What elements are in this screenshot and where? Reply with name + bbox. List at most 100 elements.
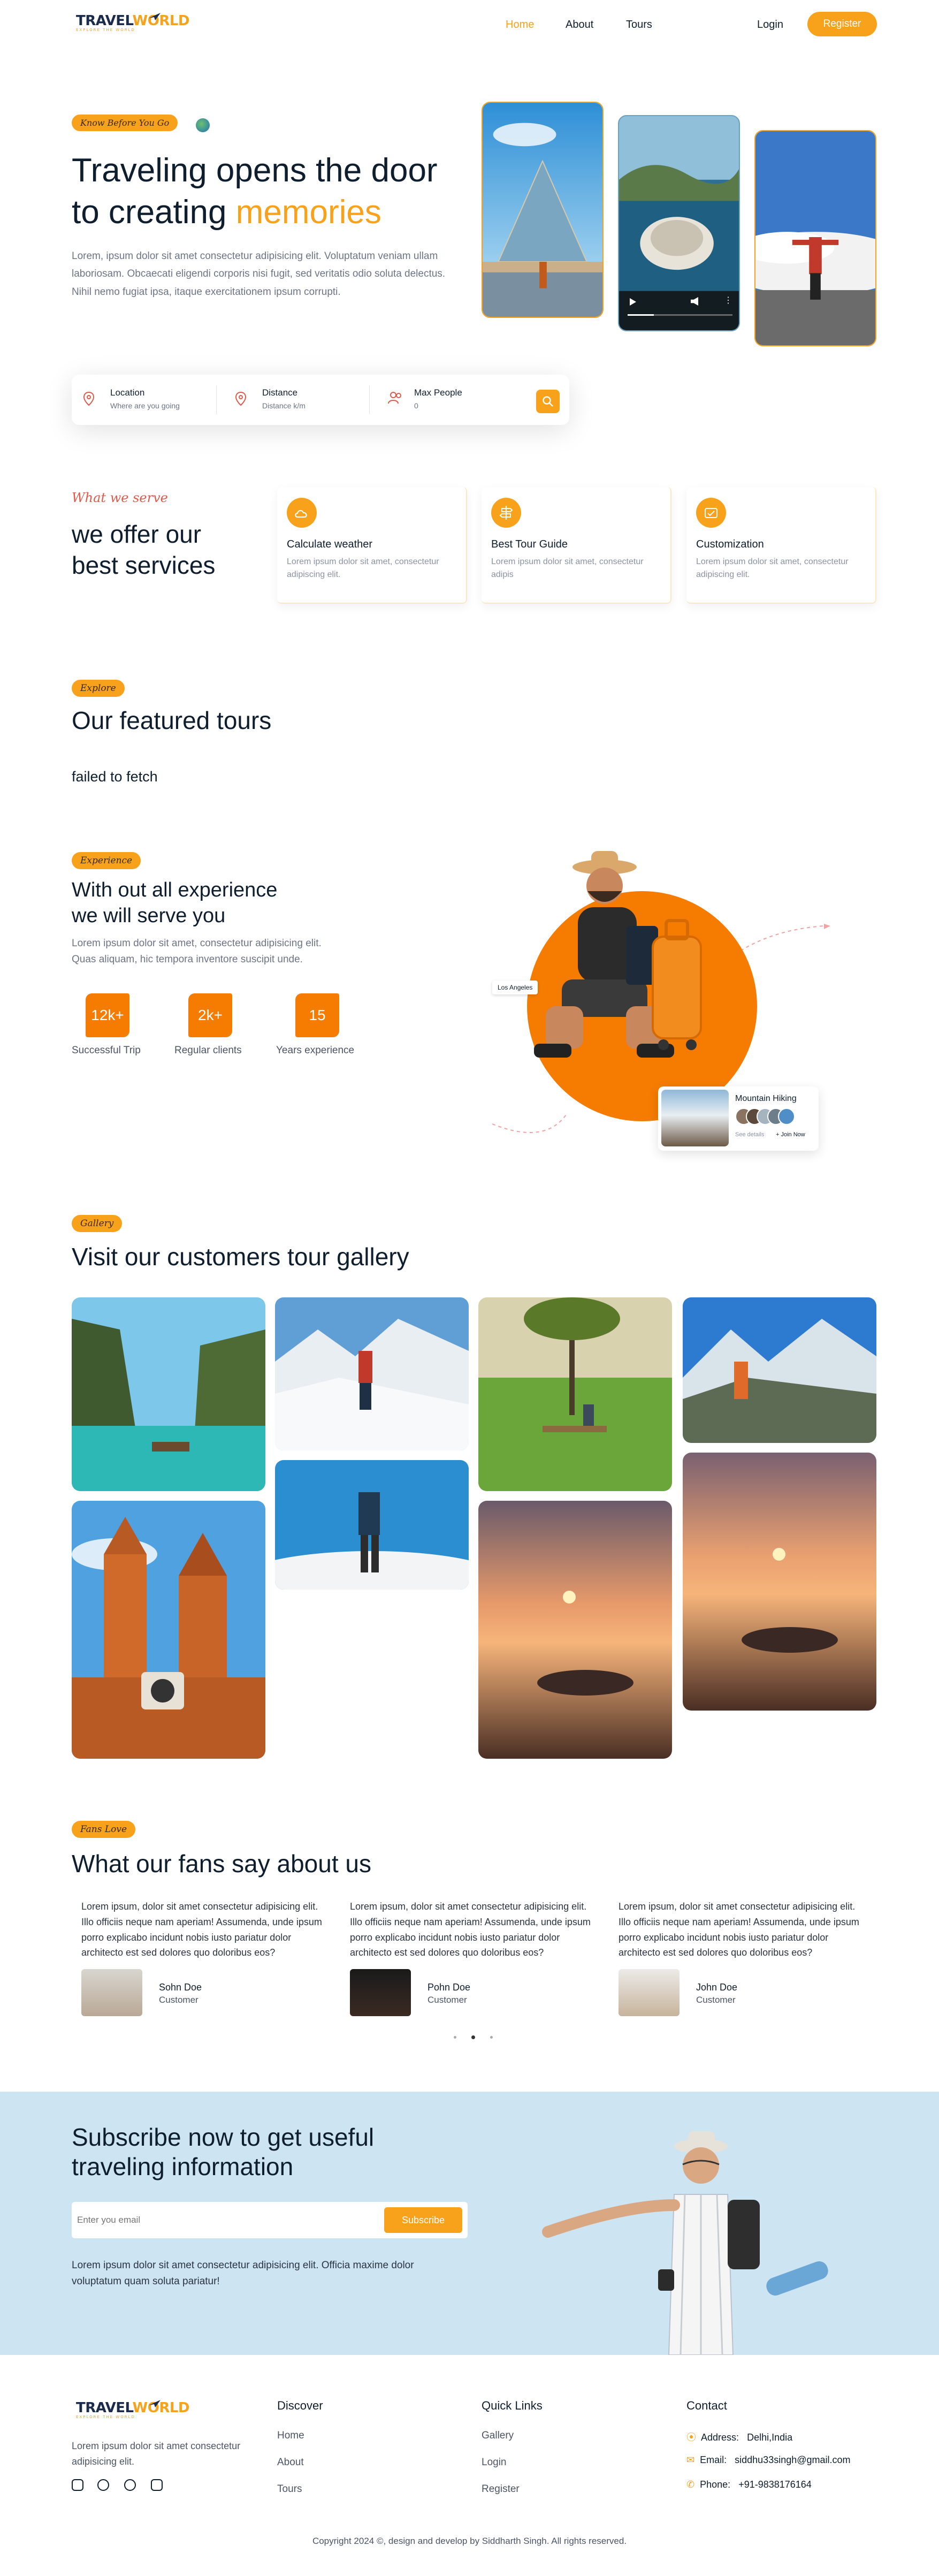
location-label: Location — [110, 387, 145, 398]
search-field-max-people[interactable]: Max People 0 — [387, 386, 516, 413]
service-card-guide: Best Tour Guide Lorem ipsum dolor sit am… — [482, 487, 671, 604]
experience-title: With out all experience we will serve yo… — [72, 878, 277, 929]
github-icon[interactable] — [97, 2479, 109, 2491]
nav-home[interactable]: Home — [506, 19, 534, 31]
service-desc: Lorem ipsum dolor sit amet, consectetur … — [696, 557, 849, 579]
footer-link-login[interactable]: Login — [482, 2457, 507, 2468]
testimonial-role: Customer — [159, 1995, 199, 2005]
nav-tours[interactable]: Tours — [626, 19, 652, 31]
phone-value[interactable]: +91-9838176164 — [738, 2479, 812, 2490]
search-field-distance[interactable]: Distance Distance k/m — [235, 386, 364, 413]
footer-link-home[interactable]: Home — [277, 2430, 304, 2442]
experience-paragraph-line1: Lorem ipsum dolor sit amet, consectetur … — [72, 938, 322, 949]
subscribe-paragraph-line2: voluptatum quam soluta pariatur! — [72, 2276, 220, 2288]
testimonial-name: Sohn Doe — [159, 1982, 202, 1993]
avatar — [350, 1969, 411, 2017]
featured-pill: Explore — [72, 680, 125, 697]
experience-title-line1: With out all experience — [72, 879, 278, 901]
hero-title-line1: Traveling opens the door — [72, 152, 438, 189]
facebook-icon[interactable] — [124, 2479, 136, 2491]
globe-icon — [196, 118, 210, 132]
play-icon[interactable] — [630, 298, 636, 306]
hero-paragraph: Lorem, ipsum dolor sit amet consectetur … — [72, 250, 446, 298]
experience-paragraph-line2: Quas aliquam, hic tempora inventore susc… — [72, 954, 303, 966]
search-icon — [543, 396, 553, 407]
carousel-dot[interactable] — [490, 2036, 493, 2039]
distance-label: Distance — [262, 387, 298, 398]
distance-placeholder: Distance k/m — [262, 401, 306, 410]
footer-logo[interactable]: TRAVELWORLD EXPLORE THE WORLD — [76, 2400, 190, 2419]
gallery-image-lagoon[interactable] — [72, 1297, 265, 1491]
footer-phone: ✆ Phone: +91-9838176164 — [686, 2479, 812, 2490]
footer-link-gallery[interactable]: Gallery — [482, 2430, 514, 2442]
avatar — [619, 1969, 680, 2017]
subscribe-paragraph-line1: Lorem ipsum dolor sit amet consectetur a… — [72, 2260, 414, 2271]
avatar — [778, 1108, 795, 1125]
services-subtitle: What we serve — [72, 490, 168, 505]
carousel-dot-active[interactable] — [471, 2035, 475, 2039]
email-value[interactable]: siddhu33singh@gmail.com — [735, 2455, 850, 2465]
footer-link-register[interactable]: Register — [482, 2483, 520, 2495]
service-desc: Lorem ipsum dolor sit amet, consectetur … — [491, 557, 644, 579]
login-link[interactable]: Login — [757, 19, 783, 31]
services-title-line1: we offer our — [72, 520, 202, 548]
phone-icon: ✆ — [686, 2479, 695, 2490]
video-progress-track[interactable] — [628, 314, 732, 316]
fans-title: What our fans say about us — [72, 1850, 371, 1878]
footer-link-tours[interactable]: Tours — [277, 2483, 302, 2495]
avatar-stack — [735, 1108, 815, 1126]
footer-email: ✉ Email: siddhu33singh@gmail.com — [686, 2455, 851, 2466]
youtube-icon[interactable] — [72, 2479, 83, 2491]
testimonial-text: Lorem ipsum, dolor sit amet consectetur … — [350, 1901, 591, 1958]
footer-about: Lorem ipsum dolor sit amet consectetur a… — [72, 2441, 241, 2467]
testimonial-role: Customer — [696, 1995, 736, 2005]
service-card-weather: Calculate weather Lorem ipsum dolor sit … — [277, 487, 467, 604]
footer-link-about[interactable]: About — [277, 2457, 304, 2468]
service-desc: Lorem ipsum dolor sit amet, consectetur … — [287, 557, 439, 579]
guide-icon — [491, 498, 521, 528]
address-label: Address: — [701, 2432, 739, 2443]
search-bar: Location Where are you going Distance Di… — [72, 375, 569, 425]
email-input[interactable] — [77, 2208, 377, 2232]
gallery-image-cathedral[interactable] — [72, 1501, 265, 1759]
more-options-icon[interactable]: ⋮ — [724, 297, 732, 305]
location-tag: Los Angeles — [492, 981, 538, 994]
mountain-hiking-title: Mountain Hiking — [735, 1094, 797, 1103]
carousel-dot[interactable] — [454, 2036, 456, 2039]
gallery-image-mountain-hiker[interactable] — [683, 1297, 876, 1443]
subscribe-button[interactable]: Subscribe — [384, 2207, 462, 2233]
location-pin-icon — [235, 392, 246, 406]
gallery-image-sunset-float-1[interactable] — [478, 1501, 672, 1759]
nav-about[interactable]: About — [566, 19, 593, 31]
email-label: Email: — [700, 2455, 727, 2465]
plane-icon — [149, 13, 161, 20]
join-now-link[interactable]: + Join Now — [776, 1131, 805, 1138]
services-title: we offer our best services — [72, 519, 296, 581]
testimonial-name: Pohn Doe — [427, 1982, 471, 1993]
instagram-icon[interactable] — [151, 2479, 163, 2491]
logo[interactable]: TRAVELWORLD EXPLORE THE WORLD — [76, 13, 190, 32]
featured-title: Our featured tours — [72, 706, 272, 734]
logo-text-travel: TRAVEL — [76, 2400, 133, 2416]
search-field-location[interactable]: Location Where are you going — [83, 386, 212, 413]
gallery-image-sunset-float-2[interactable] — [683, 1453, 876, 1711]
gallery-image-forest-viewpoint[interactable] — [478, 1297, 672, 1491]
register-button[interactable]: Register — [807, 12, 877, 36]
social-links — [72, 2479, 179, 2492]
weather-icon — [287, 498, 317, 528]
stat-label: Successful Trip — [72, 1045, 141, 1056]
logo-text-travel: TRAVEL — [76, 13, 133, 29]
hero-title: Traveling opens the door to creating mem… — [72, 150, 510, 233]
gallery-image-snow-hiker[interactable] — [275, 1297, 469, 1450]
search-button[interactable] — [536, 390, 560, 413]
subscribe-paragraph: Lorem ipsum dolor sit amet consectetur a… — [72, 2258, 489, 2290]
hero-video-cruise[interactable]: ⋮ — [618, 115, 740, 331]
avatar — [81, 1969, 142, 2017]
mountain-hiking-card[interactable]: Mountain Hiking See details + Join Now — [658, 1086, 819, 1151]
customization-icon — [696, 498, 726, 528]
see-details-link[interactable]: See details — [735, 1131, 764, 1138]
traveler-illustration — [542, 2131, 828, 2355]
max-people-placeholder: 0 — [414, 401, 418, 410]
stat-regular-clients: 2k+ — [188, 993, 232, 1037]
gallery-image-cloud-hiker[interactable] — [275, 1460, 469, 1590]
